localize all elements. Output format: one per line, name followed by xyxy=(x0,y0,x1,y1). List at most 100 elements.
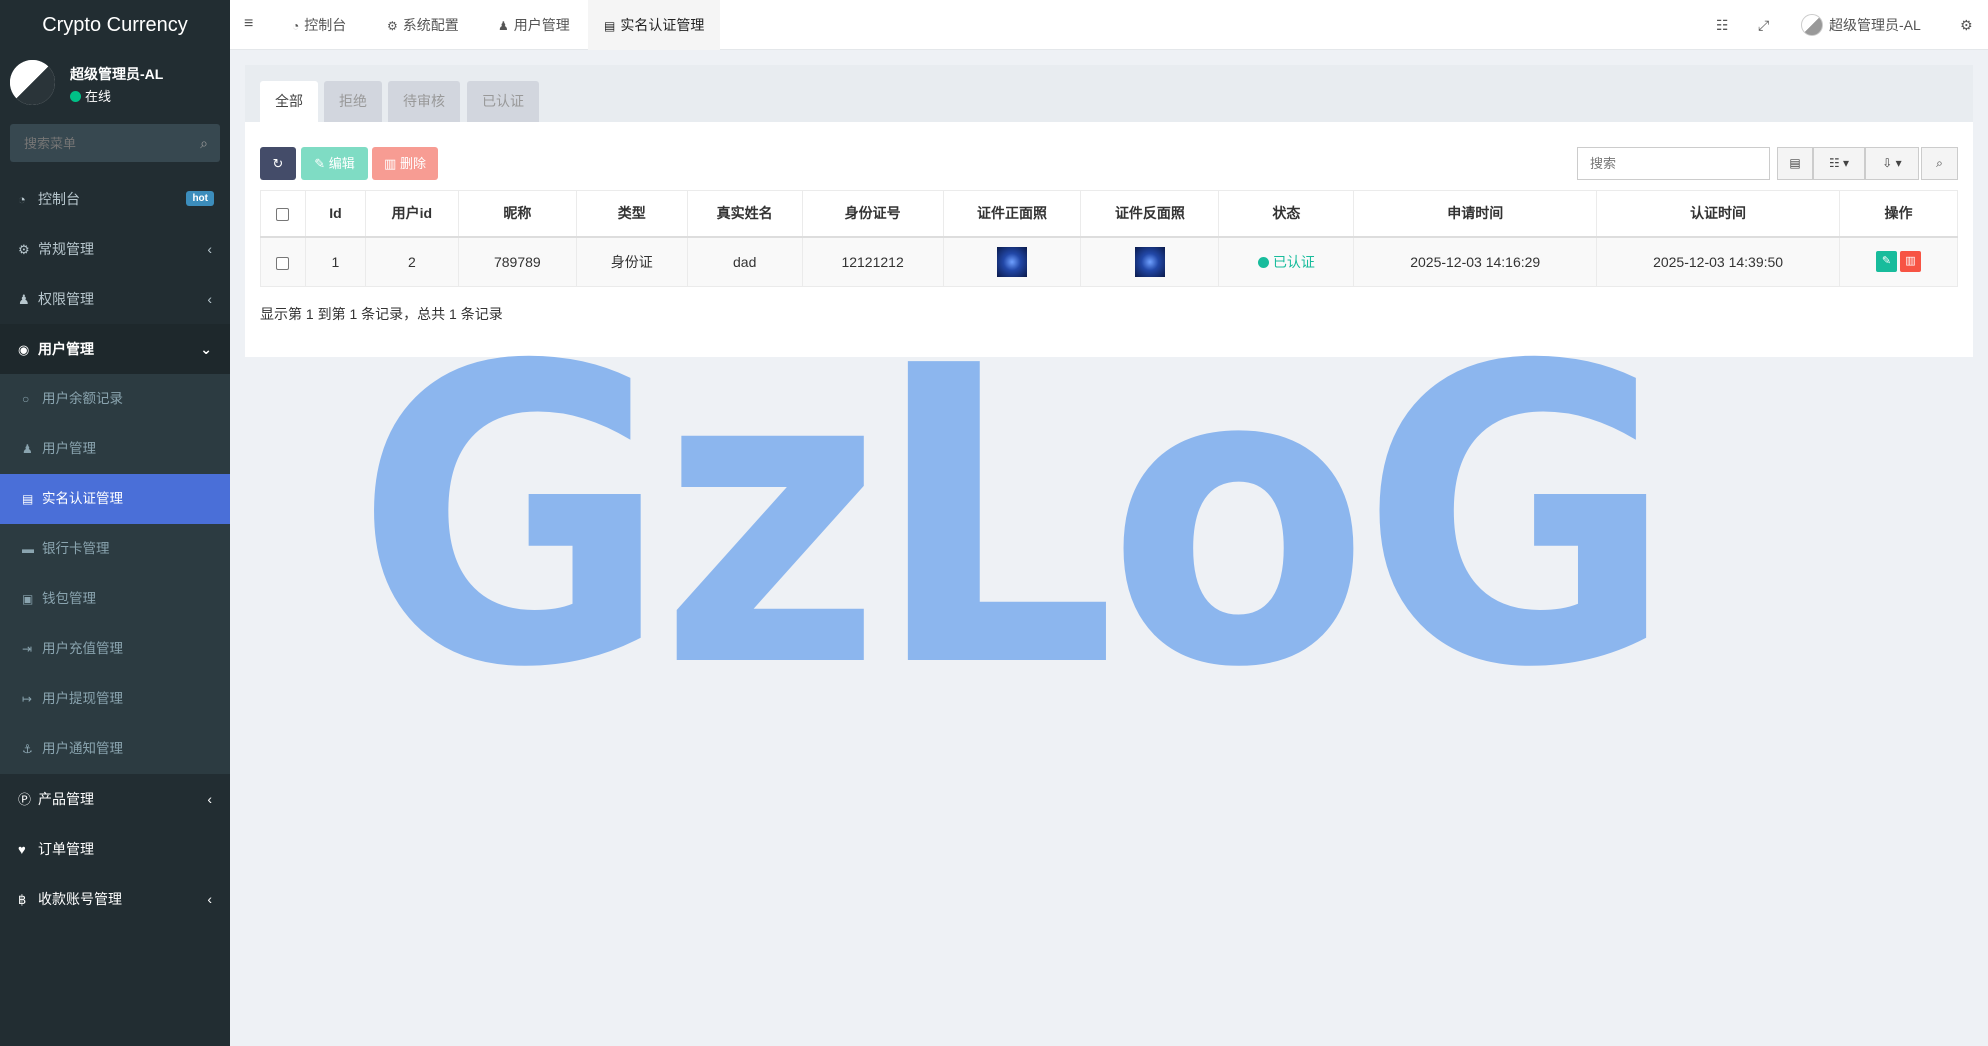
sidebar-item-label: 控制台 xyxy=(38,191,80,207)
row-checkbox[interactable] xyxy=(276,256,290,270)
tab-label: 用户管理 xyxy=(513,17,570,33)
sidebar-item-accounts[interactable]: ฿ 收款账号管理 ‹ xyxy=(0,874,230,924)
sidebar-item-general[interactable]: ⚙ 常规管理 ‹ xyxy=(0,224,230,274)
tab-realname[interactable]: ▤ 实名认证管理 xyxy=(588,0,721,50)
table-search-input[interactable] xyxy=(1578,148,1769,179)
columns-button[interactable]: ☷ ▾ xyxy=(1813,147,1865,180)
language-icon[interactable]: ☷ xyxy=(1716,0,1729,50)
column-header[interactable]: 身份证号 xyxy=(801,190,944,238)
sidebar-item-deposits[interactable]: ⇥ 用户充值管理 xyxy=(0,624,230,674)
sidebar-item-label: 用户提现管理 xyxy=(42,691,123,706)
filter-tab-pending[interactable]: 待审核 xyxy=(388,81,460,122)
avatar xyxy=(10,60,55,105)
fullscreen-icon[interactable]: ⤢ xyxy=(1758,0,1769,50)
tab-label: 控制台 xyxy=(304,17,347,33)
filter-tab-rejected[interactable]: 拒绝 xyxy=(324,81,382,122)
tab-dashboard[interactable]: ◔ 控制台 xyxy=(276,0,362,50)
cell-user-id: 2 xyxy=(364,236,459,287)
bitcoin-icon: ฿ xyxy=(18,892,27,907)
circle-icon: ○ xyxy=(22,392,30,406)
column-header[interactable]: 状态 xyxy=(1218,190,1355,238)
row-delete-button[interactable]: ▥ xyxy=(1899,251,1921,273)
table-icon: ▤ xyxy=(1789,156,1801,170)
tab-label: 系统配置 xyxy=(402,17,459,33)
sidebar-item-permissions[interactable]: ♟ 权限管理 ‹ xyxy=(0,274,230,324)
settings-icon[interactable]: ⚙ xyxy=(1960,0,1973,50)
id-front-thumbnail[interactable] xyxy=(997,246,1028,277)
select-all-checkbox-cell xyxy=(260,190,306,238)
column-header[interactable]: 认证时间 xyxy=(1596,190,1840,238)
realname-table: Id 用户id 昵称 类型 真实姓名 身份证号 证件正面照 证件反面照 状态 申… xyxy=(260,190,1959,287)
filter-tab-all[interactable]: 全部 xyxy=(260,81,318,122)
pencil-icon: ✎ xyxy=(314,156,326,171)
row-edit-button[interactable]: ✎ xyxy=(1875,251,1897,273)
hot-badge: hot xyxy=(186,191,214,206)
chevron-down-icon: ⌄ xyxy=(200,341,212,357)
column-header[interactable]: 证件反面照 xyxy=(1080,190,1220,238)
cell-verify-time: 2025-12-03 14:39:50 xyxy=(1596,236,1840,287)
column-header[interactable]: 用户id xyxy=(364,190,459,238)
toggle-view-button[interactable]: ▤ xyxy=(1777,147,1813,180)
row-checkbox-cell xyxy=(260,236,306,287)
search-icon[interactable]: ⌕ xyxy=(200,135,208,152)
sidebar-item-users[interactable]: ◉ 用户管理 ⌄ xyxy=(0,324,230,374)
column-header[interactable]: Id xyxy=(304,190,366,238)
advanced-search-button[interactable]: ⌕ xyxy=(1921,147,1958,180)
user-status-text: 在线 xyxy=(85,89,112,104)
tab-system-config[interactable]: ⚙ 系统配置 xyxy=(371,0,475,50)
export-button[interactable]: ⇩ ▾ xyxy=(1865,147,1919,180)
sidebar-item-dashboard[interactable]: ◔ 控制台 hot xyxy=(0,174,230,224)
delete-button[interactable]: ▥ 删除 xyxy=(372,147,438,180)
column-header[interactable]: 申请时间 xyxy=(1353,190,1598,238)
columns-icon: ☷ ▾ xyxy=(1828,156,1850,170)
top-navbar: ≡ ◔ 控制台 ⚙ 系统配置 ♟ 用户管理 ▤ 实名认证管理 ☷ ⤢ 超级管理员-AL … xyxy=(230,0,1988,50)
sidebar-item-label: 常规管理 xyxy=(38,241,94,257)
dashboard-icon: ◔ xyxy=(292,19,300,33)
user-circle-icon: ◉ xyxy=(18,342,30,357)
sidebar-item-user-manage[interactable]: ♟ 用户管理 xyxy=(0,424,230,474)
column-header[interactable]: 昵称 xyxy=(457,190,577,238)
cell-id-number: 12121212 xyxy=(801,236,944,287)
sidebar-item-realname[interactable]: ▤ 实名认证管理 xyxy=(0,474,230,524)
edit-button[interactable]: ✎ 编辑 xyxy=(301,147,368,180)
user-menu[interactable]: 超级管理员-AL xyxy=(1801,0,1921,50)
id-back-thumbnail[interactable] xyxy=(1134,246,1165,277)
sidebar-item-orders[interactable]: ♥ 订单管理 xyxy=(0,824,230,874)
trash-icon: ▥ xyxy=(1905,255,1916,268)
online-dot-icon xyxy=(70,91,81,102)
table-header-row: Id 用户id 昵称 类型 真实姓名 身份证号 证件正面照 证件反面照 状态 申… xyxy=(260,190,1959,238)
chevron-left-icon: ‹ xyxy=(207,291,212,307)
table-row[interactable]: 1 2 789789 身份证 dad 12121212 已认证 2025-12-… xyxy=(260,236,1959,287)
cell-front-photo xyxy=(942,236,1082,287)
users-submenu: ○ 用户余额记录 ♟ 用户管理 ▤ 实名认证管理 ▬ 银行卡管理 ▣ 钱包管理 ⇥ 用户充值… xyxy=(0,374,230,774)
user-name: 超级管理员-AL xyxy=(70,66,164,82)
sidebar-search: ⌕ xyxy=(10,124,220,162)
sidebar-item-bank-cards[interactable]: ▬ 银行卡管理 xyxy=(0,524,230,574)
sidebar-search-input[interactable] xyxy=(10,124,180,162)
select-all-checkbox[interactable] xyxy=(276,208,290,222)
column-header[interactable]: 证件正面照 xyxy=(942,190,1082,238)
cogs-icon: ⚙ xyxy=(18,242,30,257)
gear-icon: ⚙ xyxy=(387,19,398,33)
id-card-icon: ▤ xyxy=(604,19,616,33)
column-header[interactable]: 类型 xyxy=(575,190,688,238)
cell-real-name: dad xyxy=(686,236,803,287)
column-header[interactable]: 真实姓名 xyxy=(686,190,803,238)
menu-toggle-icon[interactable]: ≡ xyxy=(244,15,253,33)
product-icon: Ⓟ xyxy=(18,792,32,807)
sidebar-item-balance-records[interactable]: ○ 用户余额记录 xyxy=(0,374,230,424)
sidebar-item-withdrawals[interactable]: ↦ 用户提现管理 xyxy=(0,674,230,724)
cell-id: 1 xyxy=(304,236,366,287)
cell-status: 已认证 xyxy=(1218,236,1355,287)
app-logo[interactable]: Crypto Currency xyxy=(0,0,230,50)
sidebar-item-products[interactable]: Ⓟ 产品管理 ‹ xyxy=(0,774,230,824)
sidebar-item-label: 用户余额记录 xyxy=(42,391,123,406)
chevron-left-icon: ‹ xyxy=(207,241,212,257)
cell-back-photo xyxy=(1080,236,1220,287)
sidebar-item-wallets[interactable]: ▣ 钱包管理 xyxy=(0,574,230,624)
filter-tab-verified[interactable]: 已认证 xyxy=(467,81,539,122)
refresh-button[interactable]: ↻ xyxy=(260,147,296,180)
sidebar: Crypto Currency 超级管理员-AL 在线 ⌕ ◔ 控制台 hot ⚙… xyxy=(0,0,230,1046)
tab-user-manage[interactable]: ♟ 用户管理 xyxy=(482,0,586,50)
sidebar-item-notifications[interactable]: ⚓ 用户通知管理 xyxy=(0,724,230,774)
